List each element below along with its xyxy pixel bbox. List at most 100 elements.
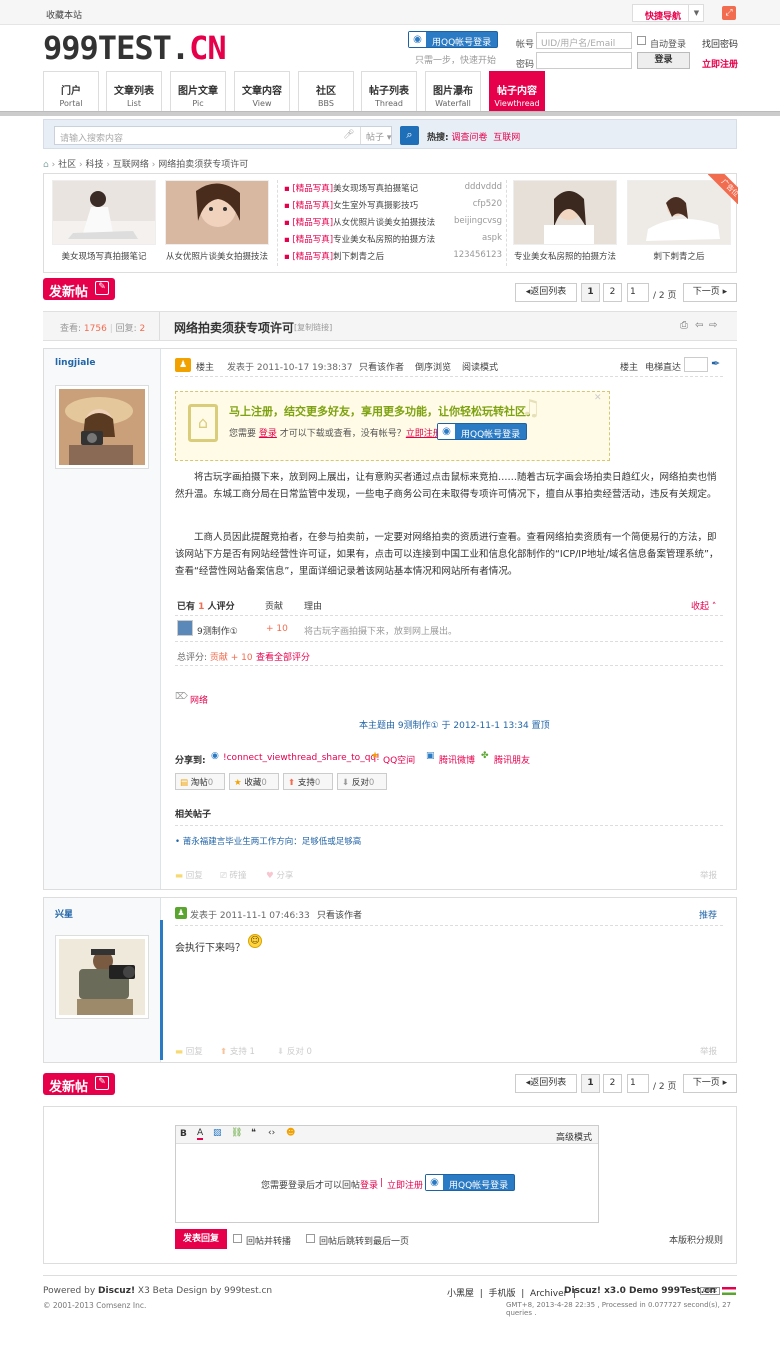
next-page-button[interactable]: 下一页 ▸	[683, 283, 737, 302]
quick-nav-button[interactable]: 快捷导航 ▼	[632, 4, 704, 22]
share-qzone-link[interactable]: QQ空间	[383, 753, 415, 766]
oppose-button[interactable]: ⬇ 反对0	[337, 773, 387, 790]
qq-login-button[interactable]: ◉ 用QQ帐号登录	[425, 1174, 515, 1191]
account-input[interactable]: UID/用户名/Email	[536, 32, 632, 49]
brick-link[interactable]: ⎚ 砖撞	[220, 869, 247, 881]
prev-thread-icon[interactable]: ⇦	[695, 320, 703, 331]
avatar[interactable]	[177, 620, 193, 636]
nav-tab-portal[interactable]: 门户 Portal	[43, 71, 99, 111]
jump-floor-input[interactable]	[684, 357, 708, 372]
find-password-link[interactable]: 找回密码	[702, 37, 738, 50]
forward-checkbox[interactable]	[233, 1234, 242, 1243]
favorite-link[interactable]: 收藏本站	[46, 8, 82, 21]
breadcrumb-item[interactable]: 网络拍卖须获专项许可	[158, 160, 248, 170]
site-link[interactable]: 999test.cn	[224, 1286, 272, 1296]
credit-rules-link[interactable]: 本版积分规则	[669, 1233, 723, 1246]
featured-caption[interactable]: 从女优照片谈美女拍摄技法	[159, 250, 275, 262]
rating-collapse[interactable]: 收起 ˄	[691, 599, 716, 612]
read-mode-link[interactable]: 阅读模式	[462, 360, 498, 373]
list-item[interactable]: ▪ [精品写真]专业美女私房照的拍摄方法 aspk	[284, 233, 502, 245]
close-icon[interactable]: ✕	[594, 393, 602, 403]
bold-icon[interactable]: B	[180, 1129, 187, 1139]
nav-tab-pic[interactable]: 图片文章 Pic	[170, 71, 226, 111]
page-2[interactable]: 2	[603, 283, 622, 302]
back-to-list-button[interactable]: ◂返回列表	[515, 283, 577, 302]
qq-login-button[interactable]: ◉ 用QQ帐号登录	[408, 31, 498, 48]
share-weibo-link[interactable]: 腾讯微博	[439, 753, 475, 766]
nav-tab-viewthread[interactable]: 帖子内容 Viewthread	[489, 71, 545, 111]
quote-icon[interactable]: ❝	[251, 1128, 256, 1138]
list-item[interactable]: ▪ [精品写真]从女优照片谈美女拍摄技法 beijingcvsg	[284, 216, 502, 228]
rater-name[interactable]: 9测制作①	[197, 624, 238, 637]
report-link[interactable]: 举报	[700, 1045, 717, 1057]
share-link[interactable]: ♥ 分享	[266, 869, 293, 881]
hot-search-link[interactable]: 互联网	[493, 133, 520, 143]
nav-tab-view[interactable]: 文章内容 View	[234, 71, 290, 111]
search-icon[interactable]: ⌕	[400, 126, 419, 145]
favorite-button[interactable]: ★ 收藏0	[229, 773, 279, 790]
stat-badge-icon[interactable]	[722, 1287, 736, 1295]
breadcrumb-item[interactable]: 互联网络	[113, 160, 149, 170]
back-to-list-button[interactable]: ◂返回列表	[515, 1074, 577, 1093]
chevron-down-icon[interactable]: ▼	[688, 5, 704, 21]
new-thread-button[interactable]: 发新帖 ✎	[43, 278, 115, 300]
page-input[interactable]: 1	[627, 283, 649, 302]
submit-reply-button[interactable]: 发表回复	[175, 1229, 227, 1249]
featured-photo[interactable]	[165, 180, 269, 245]
view-all-ratings-link[interactable]: 查看全部评分	[256, 650, 310, 663]
advanced-mode-link[interactable]: 高级模式	[556, 1130, 592, 1143]
wrench-icon[interactable]: ✒	[711, 357, 720, 370]
list-item[interactable]: ▪ [精品写真]刺下刺青之后 123456123	[284, 250, 502, 262]
nav-tab-bbs[interactable]: 社区 BBS	[298, 71, 354, 111]
image-icon[interactable]: ▨	[213, 1128, 222, 1138]
print-icon[interactable]: ⎙	[680, 320, 688, 331]
search-scope-select[interactable]: 帖子 ▾	[360, 127, 403, 144]
hot-search-link[interactable]: 调查问卷	[451, 133, 487, 143]
recommend-link[interactable]: 推荐	[699, 908, 717, 921]
support-link[interactable]: ⬆ 支持 1	[220, 1045, 255, 1057]
featured-caption[interactable]: 美女现场写真拍摄笔记	[46, 250, 162, 262]
editor-register-link[interactable]: 立即注册	[387, 1178, 423, 1191]
discuz-link[interactable]: Discuz!	[98, 1286, 135, 1296]
emoji-icon[interactable]: ☻	[286, 1128, 295, 1138]
related-thread-link[interactable]: • 莆永福建言毕业生两工作方向：足够低或足够高	[175, 835, 361, 847]
font-color-icon[interactable]: A	[197, 1129, 204, 1140]
new-thread-button[interactable]: 发新帖 ✎	[43, 1073, 115, 1095]
footer-links[interactable]: 小黑屋 | 手机版 | Archiver |	[447, 1286, 576, 1299]
author-name[interactable]: lingjiale	[55, 358, 95, 368]
code-icon[interactable]: ‹›	[268, 1128, 275, 1138]
promo-login-link[interactable]: 登录	[259, 429, 277, 439]
featured-caption[interactable]: 专业美女私房照的拍摄方法	[507, 250, 623, 262]
reply-link[interactable]: ▬ 回复	[175, 1045, 203, 1057]
report-link[interactable]: 举报	[700, 869, 717, 881]
post-tag[interactable]: 网络	[190, 693, 208, 706]
jump-last-checkbox[interactable]	[306, 1234, 315, 1243]
avatar[interactable]	[55, 935, 149, 1019]
nav-tab-thread[interactable]: 帖子列表 Thread	[361, 71, 417, 111]
home-icon[interactable]: ⌂	[43, 160, 49, 170]
collect-thread-button[interactable]: ▤ 淘帖0	[175, 773, 225, 790]
avatar[interactable]	[55, 385, 149, 469]
share-friend-link[interactable]: 腾讯朋友	[494, 753, 530, 766]
support-button[interactable]: ⬆ 支持0	[283, 773, 333, 790]
qq-login-button[interactable]: ◉ 用QQ帐号登录	[437, 423, 527, 440]
copy-link[interactable]: [复制链接]	[294, 322, 332, 333]
featured-caption[interactable]: 刺下刺青之后	[621, 250, 737, 262]
site-logo[interactable]: 999TEST.CN	[43, 30, 227, 66]
page-input[interactable]: 1	[627, 1074, 649, 1093]
reply-link[interactable]: ▬ 回复	[175, 869, 203, 881]
reverse-view-link[interactable]: 倒序浏览	[415, 360, 451, 373]
password-input[interactable]	[536, 52, 632, 69]
nav-tab-waterfall[interactable]: 图片瀑布 Waterfall	[425, 71, 481, 111]
page-2[interactable]: 2	[603, 1074, 622, 1093]
next-thread-icon[interactable]: ⇨	[709, 320, 717, 331]
author-name[interactable]: 兴星	[55, 907, 73, 920]
oppose-link[interactable]: ⬇ 反对 0	[277, 1045, 312, 1057]
featured-photo[interactable]	[513, 180, 617, 245]
auto-login-checkbox[interactable]	[637, 36, 646, 45]
share-qq-link[interactable]: !connect_viewthread_share_to_qq!	[223, 753, 380, 763]
search-input[interactable]: 请输入搜索内容 🎤︎ 帖子 ▾	[54, 126, 392, 145]
page-1[interactable]: 1	[581, 283, 600, 302]
register-link[interactable]: 立即注册	[702, 57, 738, 70]
only-author-link[interactable]: 只看该作者	[317, 908, 362, 921]
